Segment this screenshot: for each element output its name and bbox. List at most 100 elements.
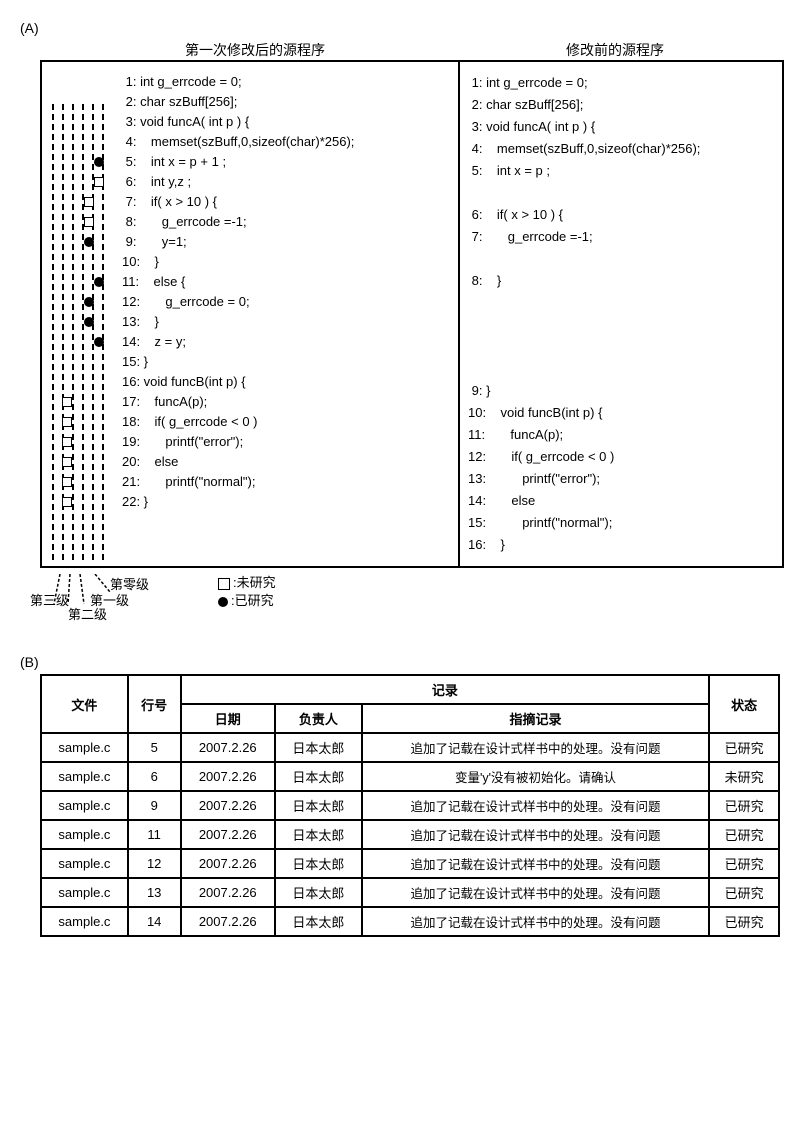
cell-date: 2007.2.26 — [181, 733, 276, 762]
open-marker-label: :未研究 — [233, 575, 276, 590]
cell-owner: 日本太郎 — [275, 762, 362, 791]
cell-state: 已研究 — [709, 733, 779, 762]
code-line: 16: void funcB(int p) { — [50, 372, 450, 392]
cell-state: 已研究 — [709, 820, 779, 849]
cell-owner: 日本太郎 — [275, 791, 362, 820]
open-marker-icon — [84, 217, 94, 227]
cell-owner: 日本太郎 — [275, 733, 362, 762]
code-line: 13: printf("error"); — [468, 468, 774, 490]
table-row: sample.c92007.2.26日本太郎追加了记载在设计式样书中的处理。没有… — [41, 791, 779, 820]
code-line: 5: int x = p ; — [468, 160, 774, 182]
code-line: 17: funcA(p); — [50, 392, 450, 412]
cell-line: 9 — [128, 791, 181, 820]
open-marker-icon — [62, 397, 72, 407]
cell-owner: 日本太郎 — [275, 907, 362, 936]
legend-row: 第零级 第一级 第三级 第二级 :未研究 :已研究 — [50, 574, 780, 614]
code-line: 1: int g_errcode = 0; — [50, 72, 450, 92]
code-line: 6: if( x > 10 ) { — [468, 204, 774, 226]
filled-marker-icon — [94, 337, 104, 347]
cell-line: 5 — [128, 733, 181, 762]
code-line: 5: int x = p + 1 ; — [50, 152, 450, 172]
left-code-panel: 1: int g_errcode = 0; 2: char szBuff[256… — [42, 62, 460, 566]
cell-date: 2007.2.26 — [181, 907, 276, 936]
cell-file: sample.c — [41, 907, 128, 936]
code-line — [468, 182, 774, 204]
code-line: 3: void funcA( int p ) { — [468, 116, 774, 138]
cell-date: 2007.2.26 — [181, 878, 276, 907]
code-line: 16: } — [468, 534, 774, 556]
review-table-body: sample.c52007.2.26日本太郎追加了记载在设计式样书中的处理。没有… — [41, 733, 779, 936]
code-line: 21: printf("normal"); — [50, 472, 450, 492]
cell-state: 已研究 — [709, 878, 779, 907]
code-line: 9: y=1; — [50, 232, 450, 252]
code-line: 22: } — [50, 492, 450, 512]
code-line: 19: printf("error"); — [50, 432, 450, 452]
cell-note: 追加了记载在设计式样书中的处理。没有问题 — [362, 733, 709, 762]
open-marker-icon — [62, 457, 72, 467]
code-line: 12: g_errcode = 0; — [50, 292, 450, 312]
code-line — [468, 292, 774, 314]
right-code-panel: 1: int g_errcode = 0; 2: char szBuff[256… — [460, 62, 782, 566]
filled-marker-label: :已研究 — [231, 593, 274, 608]
cell-line: 6 — [128, 762, 181, 791]
cell-note: 追加了记载在设计式样书中的处理。没有问题 — [362, 878, 709, 907]
cell-date: 2007.2.26 — [181, 820, 276, 849]
level2-label: 第二级 — [68, 604, 107, 623]
filled-marker-icon — [84, 237, 94, 247]
section-a-label: (A) — [20, 20, 780, 36]
code-line: 10: void funcB(int p) { — [468, 402, 774, 424]
th-owner: 负责人 — [275, 704, 362, 733]
code-line — [468, 358, 774, 380]
code-line: 4: memset(szBuff,0,sizeof(char)*256); — [50, 132, 450, 152]
code-line: 6: int y,z ; — [50, 172, 450, 192]
cell-file: sample.c — [41, 820, 128, 849]
cell-file: sample.c — [41, 762, 128, 791]
cell-file: sample.c — [41, 849, 128, 878]
th-date: 日期 — [181, 704, 276, 733]
th-note: 指摘记录 — [362, 704, 709, 733]
cell-note: 追加了记载在设计式样书中的处理。没有问题 — [362, 907, 709, 936]
code-line: 10: } — [50, 252, 450, 272]
code-line: 15: printf("normal"); — [468, 512, 774, 534]
filled-marker-icon — [84, 297, 94, 307]
cell-line: 11 — [128, 820, 181, 849]
th-record: 记录 — [181, 675, 710, 704]
cell-file: sample.c — [41, 733, 128, 762]
filled-marker-icon — [218, 597, 228, 607]
cell-date: 2007.2.26 — [181, 791, 276, 820]
code-line: 3: void funcA( int p ) { — [50, 112, 450, 132]
th-state: 状态 — [709, 675, 779, 733]
cell-line: 12 — [128, 849, 181, 878]
code-line: 2: char szBuff[256]; — [468, 94, 774, 116]
cell-owner: 日本太郎 — [275, 878, 362, 907]
open-marker-icon — [94, 177, 104, 187]
table-row: sample.c142007.2.26日本太郎追加了记载在设计式样书中的处理。没… — [41, 907, 779, 936]
filled-marker-icon — [94, 157, 104, 167]
left-code-title: 第一次修改后的源程序 — [60, 40, 450, 60]
open-marker-icon — [218, 578, 230, 590]
cell-state: 未研究 — [709, 762, 779, 791]
code-line: 14: else — [468, 490, 774, 512]
open-marker-icon — [62, 477, 72, 487]
code-line: 7: if( x > 10 ) { — [50, 192, 450, 212]
table-row: sample.c52007.2.26日本太郎追加了记载在设计式样书中的处理。没有… — [41, 733, 779, 762]
code-line — [468, 336, 774, 358]
right-code-title: 修改前的源程序 — [450, 40, 780, 60]
cell-note: 追加了记载在设计式样书中的处理。没有问题 — [362, 849, 709, 878]
cell-line: 14 — [128, 907, 181, 936]
code-line: 11: else { — [50, 272, 450, 292]
th-line: 行号 — [128, 675, 181, 733]
code-line: 13: } — [50, 312, 450, 332]
cell-note: 追加了记载在设计式样书中的处理。没有问题 — [362, 791, 709, 820]
table-row: sample.c62007.2.26日本太郎变量'y'没有被初始化。请确认未研究 — [41, 762, 779, 791]
open-marker-icon — [62, 417, 72, 427]
cell-state: 已研究 — [709, 907, 779, 936]
filled-marker-icon — [84, 317, 94, 327]
code-comparison-box: 1: int g_errcode = 0; 2: char szBuff[256… — [40, 60, 784, 568]
code-line: 20: else — [50, 452, 450, 472]
code-line: 8: g_errcode =-1; — [50, 212, 450, 232]
table-row: sample.c112007.2.26日本太郎追加了记载在设计式样书中的处理。没… — [41, 820, 779, 849]
cell-state: 已研究 — [709, 849, 779, 878]
code-line: 14: z = y; — [50, 332, 450, 352]
code-line: 11: funcA(p); — [468, 424, 774, 446]
